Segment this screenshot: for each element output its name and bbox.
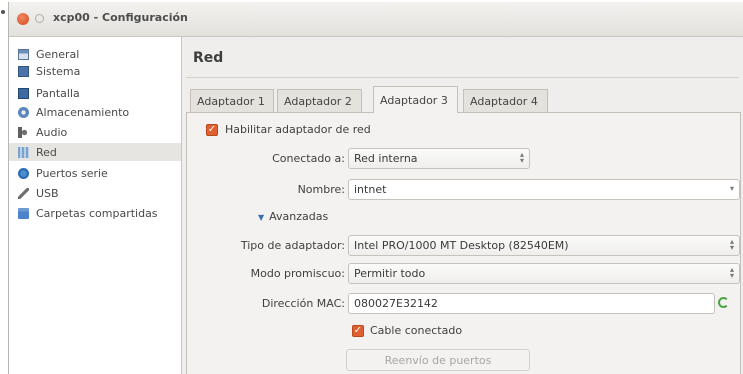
name-label: Nombre: [297, 183, 345, 196]
stray-dot [1, 10, 5, 14]
title-bar: xcp00 - Configuración [9, 2, 743, 37]
sidebar-item-red[interactable]: Red [9, 143, 181, 161]
sidebar-item-general[interactable]: General [9, 45, 181, 63]
adapter-type-label: Tipo de adaptador: [240, 239, 345, 252]
spinner-arrows-icon: ▴ ▾ [729, 237, 734, 252]
refresh-mac-icon[interactable] [718, 297, 729, 308]
sidebar-item-label: USB [36, 186, 59, 200]
sidebar-item-pantalla[interactable]: Pantalla [9, 84, 181, 102]
tab-adaptador-3[interactable]: Adaptador 3 [373, 86, 458, 113]
serial-port-icon [18, 167, 29, 179]
settings-sidebar: General Sistema Pantalla Almacenamiento … [9, 37, 182, 374]
triangle-down-icon: ▼ [258, 213, 265, 222]
port-forwarding-button[interactable]: Reenvío de puertos [346, 349, 530, 371]
tab-adaptador-2[interactable]: Adaptador 2 [277, 89, 362, 112]
mac-label: Dirección MAC: [261, 297, 345, 310]
tab-adaptador-4[interactable]: Adaptador 4 [463, 89, 548, 112]
sidebar-item-carpetas-compartidas[interactable]: Carpetas compartidas [9, 204, 181, 222]
spinner-arrows-icon: ▴ ▾ [519, 150, 524, 165]
sidebar-item-label: Red [36, 145, 57, 159]
spinner-arrows-icon: ▴ ▾ [729, 265, 734, 280]
page-title: Red [193, 50, 224, 66]
monitor-icon [18, 87, 29, 99]
sidebar-item-puertos-serie[interactable]: Puertos serie [9, 164, 181, 182]
name-value: intnet [354, 183, 387, 196]
sidebar-item-usb[interactable]: USB [9, 184, 181, 202]
sidebar-item-label: Audio [36, 125, 68, 139]
sidebar-item-label: Sistema [36, 64, 81, 78]
speaker-icon [18, 126, 29, 138]
sidebar-item-sistema[interactable]: Sistema [9, 62, 181, 80]
window-title: xcp00 - Configuración [53, 11, 188, 24]
minimize-window-button[interactable] [35, 14, 44, 23]
advanced-label: Avanzadas [269, 210, 329, 223]
adapter-type-value: Intel PRO/1000 MT Desktop (82540EM) [354, 239, 569, 252]
divider [186, 77, 739, 78]
connected-to-value: Red interna [354, 152, 418, 165]
enable-adapter-checkbox[interactable]: ✓ [206, 124, 218, 136]
adapter-type-select[interactable]: Intel PRO/1000 MT Desktop (82540EM) ▴ ▾ [348, 235, 740, 256]
promiscuous-select[interactable]: Permitir todo ▴ ▾ [348, 263, 740, 284]
close-window-button[interactable] [17, 13, 29, 25]
promiscuous-value: Permitir todo [354, 267, 426, 280]
connected-to-select[interactable]: Red interna ▴ ▾ [348, 148, 530, 169]
mac-address-value: 080027E32142 [354, 297, 438, 310]
disk-icon [18, 106, 29, 118]
folder-icon [18, 207, 29, 219]
chip-icon [18, 65, 29, 77]
sidebar-item-audio[interactable]: Audio [9, 123, 181, 141]
connected-to-label: Conectado a: [272, 152, 345, 165]
sidebar-item-label: Carpetas compartidas [36, 206, 158, 220]
chevron-down-icon[interactable]: ▾ [730, 184, 734, 193]
sidebar-item-almacenamiento[interactable]: Almacenamiento [9, 103, 181, 121]
promiscuous-label: Modo promiscuo: [250, 267, 345, 280]
sidebar-item-label: Pantalla [36, 86, 80, 100]
cable-connected-label: Cable conectado [370, 324, 463, 337]
network-icon [18, 146, 29, 158]
sidebar-item-label: General [36, 47, 80, 61]
tab-adaptador-1[interactable]: Adaptador 1 [190, 89, 274, 112]
enable-adapter-label: Habilitar adaptador de red [225, 123, 371, 136]
usb-icon [18, 187, 29, 199]
mac-address-input[interactable]: 080027E32142 [348, 293, 715, 314]
cable-connected-checkbox[interactable]: ✓ [352, 325, 364, 337]
sidebar-item-label: Almacenamiento [36, 105, 130, 119]
sidebar-item-label: Puertos serie [36, 166, 108, 180]
general-icon [18, 48, 29, 60]
name-combobox[interactable]: intnet ▾ [348, 179, 740, 200]
advanced-expander[interactable]: ▼ Avanzadas [258, 210, 328, 223]
